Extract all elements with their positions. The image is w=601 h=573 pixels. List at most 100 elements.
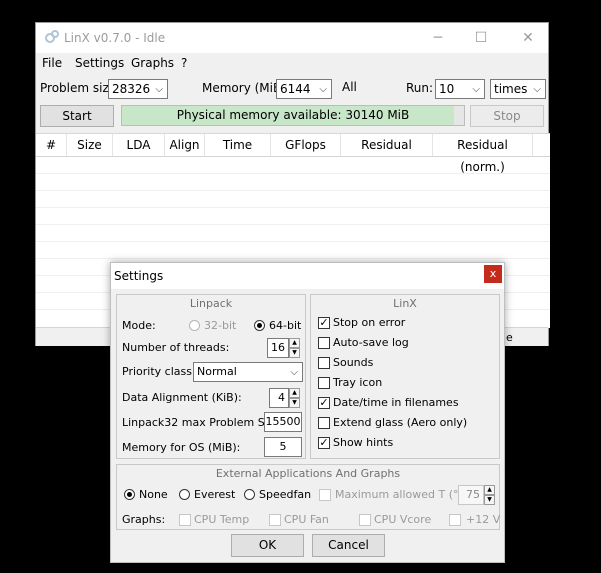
max-size-field[interactable]: 15500 <box>264 412 302 432</box>
main-titlebar[interactable]: LinX v0.7.0 - Idle ─ ☐ ✕ <box>36 23 548 53</box>
cpu-vcore-checkbox[interactable] <box>359 514 371 526</box>
memory-progress-bar: Physical memory available: 30140 MiB <box>121 105 465 126</box>
problem-size-combo[interactable]: 28326 ⌵ <box>108 79 168 99</box>
mode-32bit-label[interactable]: 32-bit <box>204 319 236 332</box>
speedfan-radio[interactable] <box>244 489 255 500</box>
extend-glass-label[interactable]: Extend glass (Aero only) <box>333 416 467 429</box>
cpu-fan-checkbox[interactable] <box>269 514 281 526</box>
cpu-temp-checkbox[interactable] <box>179 514 191 526</box>
menu-help[interactable]: ? <box>181 56 187 70</box>
spin-up-icon[interactable]: ▲ <box>289 338 300 348</box>
os-memory-field[interactable]: 5 <box>264 437 302 457</box>
mode-label: Mode: <box>122 319 156 332</box>
spin-up-icon[interactable]: ▲ <box>484 485 495 495</box>
tray-icon-label[interactable]: Tray icon <box>333 376 382 389</box>
max-temp-spin-buttons[interactable]: ▲ ▼ <box>484 485 495 505</box>
none-label[interactable]: None <box>139 488 168 501</box>
spin-down-icon[interactable]: ▼ <box>484 495 495 505</box>
v12-checkbox[interactable] <box>449 514 461 526</box>
app-gear-icon <box>44 29 60 48</box>
linpack-group-title: Linpack <box>189 297 233 310</box>
datetime-filenames-checkbox[interactable]: ✓ <box>318 397 330 409</box>
v12-label[interactable]: +12 V <box>466 513 500 526</box>
mode-64bit-radio[interactable] <box>254 320 265 331</box>
col-header-residual[interactable]: Residual <box>341 134 433 156</box>
col-header-index[interactable]: # <box>36 134 67 156</box>
row-divider <box>36 207 550 208</box>
col-header-align[interactable]: Align <box>165 134 205 156</box>
status-partial-text: e <box>506 331 513 344</box>
max-temp-label[interactable]: Maximum allowed T (°C): <box>335 488 474 501</box>
cpu-temp-label[interactable]: CPU Temp <box>194 513 249 526</box>
row-divider <box>36 258 550 259</box>
ok-button[interactable]: OK <box>231 534 304 557</box>
max-temp-checkbox[interactable] <box>319 489 331 501</box>
auto-save-log-checkbox[interactable] <box>318 337 330 349</box>
chevron-down-icon: ⌵ <box>472 84 480 95</box>
maximize-icon[interactable]: ☐ <box>471 29 491 47</box>
alignment-label: Data Alignment (KiB): <box>122 391 242 404</box>
priority-combo[interactable]: Normal ⌵ <box>193 362 303 382</box>
memory-all-checkbox-label[interactable]: All <box>342 80 357 94</box>
run-unit-combo[interactable]: times ⌵ <box>490 79 546 99</box>
auto-save-log-label[interactable]: Auto-save log <box>333 336 409 349</box>
col-header-gflops[interactable]: GFlops <box>271 134 341 156</box>
threads-spin-buttons[interactable]: ▲ ▼ <box>289 338 300 358</box>
show-hints-checkbox[interactable]: ✓ <box>318 437 330 449</box>
run-combo[interactable]: 10 ⌵ <box>435 79 485 99</box>
settings-titlebar[interactable]: Settings x <box>111 263 504 289</box>
datetime-filenames-label[interactable]: Date/time in filenames <box>333 396 459 409</box>
col-header-size[interactable]: Size <box>67 134 113 156</box>
memory-value: 6144 <box>280 82 311 96</box>
menu-settings[interactable]: Settings <box>75 56 124 70</box>
alignment-spinbox[interactable]: 4 <box>269 388 289 408</box>
run-value: 10 <box>439 82 455 96</box>
settings-title: Settings <box>114 269 164 283</box>
menu-graphs[interactable]: Graphs <box>131 56 174 70</box>
none-radio[interactable] <box>124 489 135 500</box>
mode-64bit-label[interactable]: 64-bit <box>269 319 301 332</box>
external-group-title: External Applications And Graphs <box>215 467 401 480</box>
sounds-label[interactable]: Sounds <box>333 356 373 369</box>
spin-down-icon[interactable]: ▼ <box>289 398 300 408</box>
settings-dialog: Settings x Linpack Mode: 32-bit 64-bit N… <box>110 262 505 563</box>
spin-down-icon[interactable]: ▼ <box>289 348 300 358</box>
stop-on-error-label[interactable]: Stop on error <box>333 316 405 329</box>
run-label: Run: <box>406 81 434 95</box>
menu-file[interactable]: File <box>42 56 62 70</box>
cancel-button[interactable]: Cancel <box>312 534 385 557</box>
graphs-label: Graphs: <box>122 513 166 526</box>
spin-up-icon[interactable]: ▲ <box>289 388 300 398</box>
window-title: LinX v0.7.0 - Idle <box>64 31 166 45</box>
speedfan-label[interactable]: Speedfan <box>259 488 311 501</box>
max-temp-spinbox[interactable]: 75 <box>458 485 484 505</box>
everest-radio[interactable] <box>179 489 190 500</box>
sounds-checkbox[interactable] <box>318 357 330 369</box>
chevron-down-icon: ⌵ <box>319 84 327 95</box>
close-icon[interactable]: ✕ <box>518 29 538 47</box>
max-size-label: Linpack32 max Problem Size: <box>122 416 285 429</box>
stop-button[interactable]: Stop <box>470 105 544 127</box>
show-hints-label[interactable]: Show hints <box>333 436 393 449</box>
priority-value: Normal <box>197 365 237 378</box>
alignment-spin-buttons[interactable]: ▲ ▼ <box>289 388 300 408</box>
threads-spinbox[interactable]: 16 <box>267 338 289 358</box>
chevron-down-icon: ⌵ <box>155 84 163 95</box>
mode-32bit-radio[interactable] <box>189 320 200 331</box>
everest-label[interactable]: Everest <box>194 488 235 501</box>
row-divider <box>36 190 550 191</box>
tray-icon-checkbox[interactable] <box>318 377 330 389</box>
col-header-time[interactable]: Time <box>205 134 271 156</box>
linx-group: LinX ✓ Stop on error Auto-save log Sounds Tr… <box>310 294 500 459</box>
col-header-lda[interactable]: LDA <box>113 134 165 156</box>
minimize-icon[interactable]: ─ <box>428 29 448 47</box>
col-header-residual-norm[interactable]: Residual (norm.) <box>433 134 533 174</box>
cpu-fan-label[interactable]: CPU Fan <box>284 513 329 526</box>
close-icon[interactable]: x <box>484 265 502 283</box>
memory-combo[interactable]: 6144 ⌵ <box>276 79 332 99</box>
extend-glass-checkbox[interactable] <box>318 417 330 429</box>
start-button[interactable]: Start <box>40 105 114 127</box>
row-divider <box>36 224 550 225</box>
stop-on-error-checkbox[interactable]: ✓ <box>318 317 330 329</box>
cpu-vcore-label[interactable]: CPU Vcore <box>374 513 431 526</box>
